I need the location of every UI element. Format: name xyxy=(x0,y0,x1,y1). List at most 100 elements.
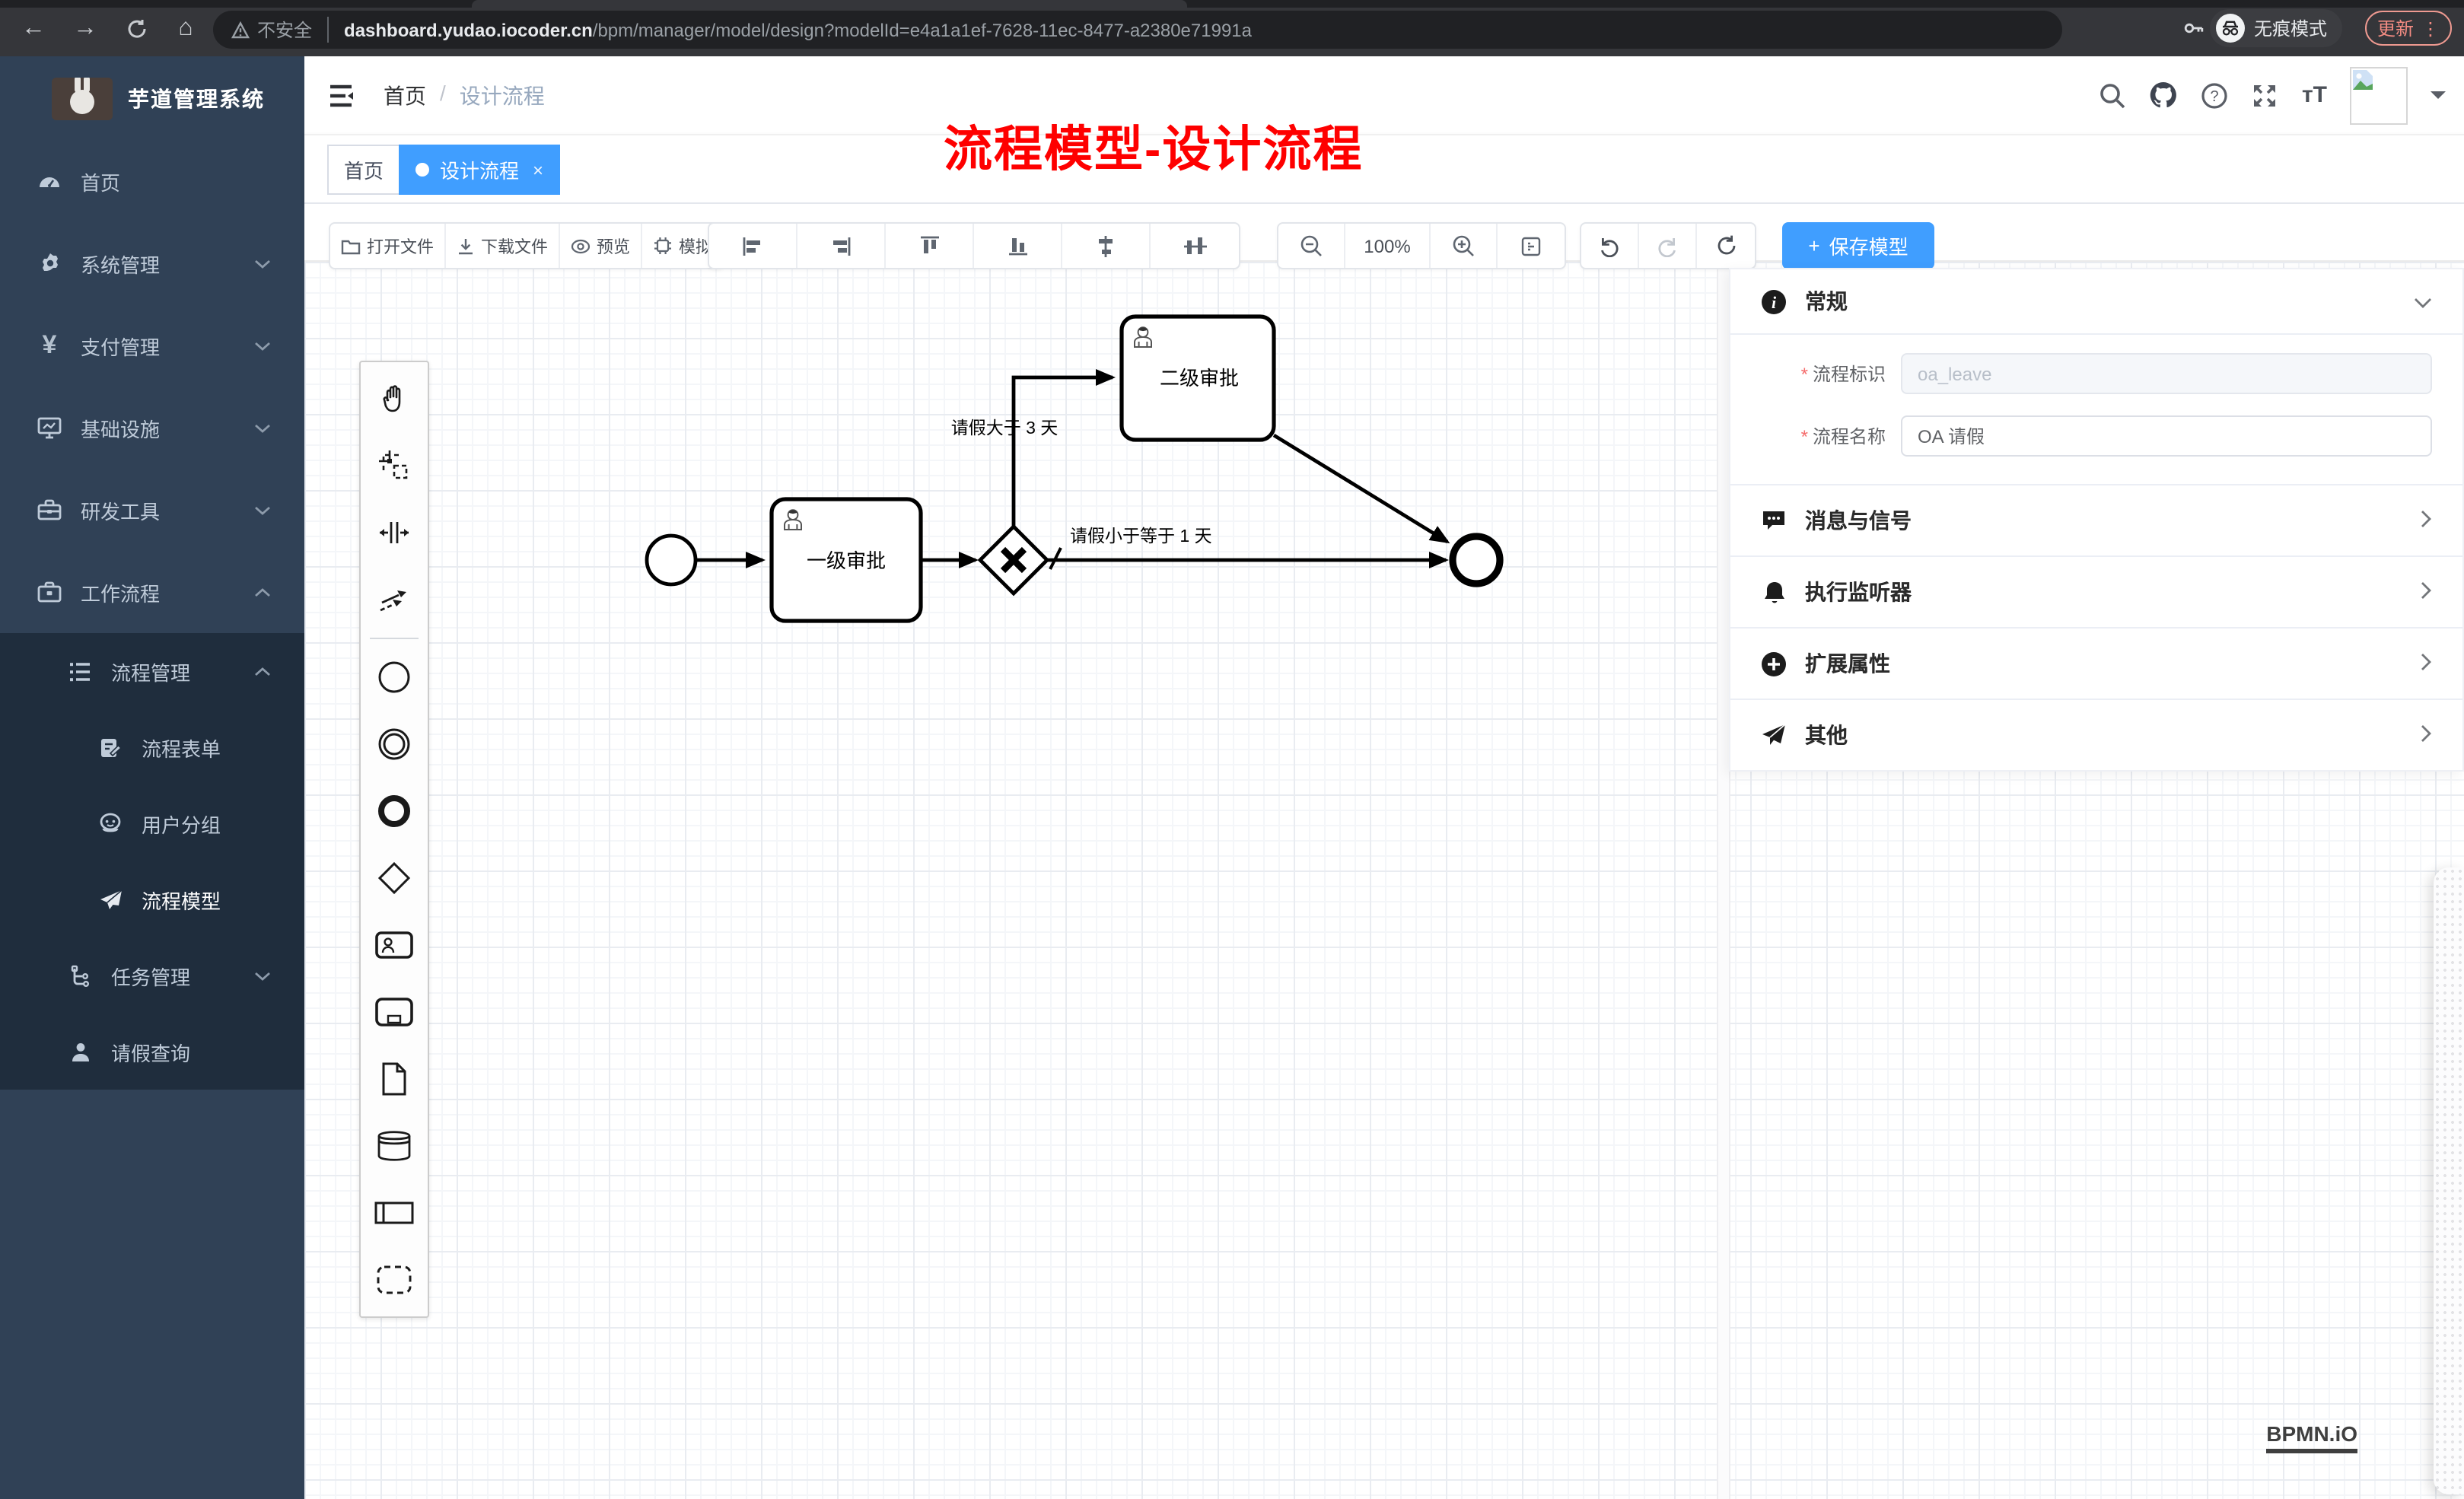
sidebar-item-payment[interactable]: ¥ 支付管理 xyxy=(0,304,304,387)
chevron-down-icon xyxy=(254,258,271,269)
create-subprocess[interactable] xyxy=(361,979,428,1045)
sidebar-item-leave-query[interactable]: 请假查询 xyxy=(0,1014,304,1090)
restart-icon[interactable] xyxy=(1697,224,1755,268)
start-event[interactable] xyxy=(647,536,696,584)
condition-label-up[interactable]: 请假大于 3 天 xyxy=(951,418,1059,438)
fit-viewport-icon[interactable] xyxy=(1498,224,1565,268)
forward-icon[interactable]: → xyxy=(64,8,107,50)
browser-tab[interactable] xyxy=(472,0,1187,8)
create-gateway[interactable] xyxy=(361,845,428,912)
panel-section-extensions[interactable]: 扩展属性 xyxy=(1730,627,2462,699)
sidebar-item-system[interactable]: 系统管理 xyxy=(0,222,304,304)
user-task-level1[interactable]: 一级审批 xyxy=(772,499,921,621)
address-bar[interactable]: 不安全 dashboard.yudao.iocoder.cn/bpm/manag… xyxy=(213,11,2062,49)
sidebar-item-task-mgmt[interactable]: 任务管理 xyxy=(0,937,304,1014)
save-model-button[interactable]: + 保存模型 xyxy=(1782,222,1934,269)
sidebar-item-process-form[interactable]: 流程表单 xyxy=(0,709,304,785)
align-right-icon[interactable] xyxy=(797,224,886,268)
create-data-object[interactable] xyxy=(361,1045,428,1112)
create-user-task[interactable] xyxy=(361,912,428,979)
caret-down-icon[interactable] xyxy=(2431,91,2446,107)
undo-icon[interactable] xyxy=(1581,224,1639,268)
search-icon[interactable] xyxy=(2099,81,2127,109)
reload-icon[interactable] xyxy=(116,8,158,50)
sequence-flow[interactable] xyxy=(1274,435,1447,542)
align-top-icon[interactable] xyxy=(886,224,974,268)
user-task-level2[interactable]: 二级审批 xyxy=(1122,317,1274,440)
condition-label-down[interactable]: 请假小于等于 1 天 xyxy=(1070,526,1212,546)
back-icon[interactable]: ← xyxy=(12,8,55,50)
sidebar-item-home[interactable]: 首页 xyxy=(0,140,304,222)
eye-icon xyxy=(571,237,591,255)
panel-resize-column[interactable] xyxy=(2434,867,2464,1494)
align-middle-icon[interactable] xyxy=(1062,224,1151,268)
create-group[interactable] xyxy=(361,1246,428,1313)
zoom-in-icon[interactable] xyxy=(1431,224,1498,268)
exclusive-gateway[interactable] xyxy=(980,527,1047,594)
security-chip[interactable]: 不安全 xyxy=(231,17,329,43)
breadcrumb-home[interactable]: 首页 xyxy=(384,81,426,111)
main-area: 首页 / 设计流程 ? ᴛT 首页 设计流程 × xyxy=(304,56,2464,1499)
sidebar-item-devtools[interactable]: 研发工具 xyxy=(0,469,304,551)
lasso-tool[interactable] xyxy=(361,432,428,499)
create-intermediate-event[interactable] xyxy=(361,711,428,778)
zoom-level[interactable]: 100% xyxy=(1345,224,1431,268)
sidebar-item-user-group[interactable]: 用户分组 xyxy=(0,785,304,861)
home-icon[interactable]: ⌂ xyxy=(164,8,207,50)
chevron-down-icon xyxy=(2414,289,2432,313)
align-center-icon[interactable] xyxy=(1151,224,1239,268)
font-size-icon[interactable]: ᴛT xyxy=(2302,82,2327,108)
list-tree-icon xyxy=(67,658,93,684)
url-host: dashboard.yudao.iocoder.cn xyxy=(344,19,593,40)
avatar[interactable] xyxy=(2350,66,2408,124)
process-name-input[interactable] xyxy=(1901,415,2432,457)
key-icon[interactable] xyxy=(2182,8,2205,47)
incognito-label: 无痕模式 xyxy=(2254,15,2327,41)
github-icon[interactable] xyxy=(2150,81,2179,110)
space-tool[interactable] xyxy=(361,499,428,566)
align-bottom-icon[interactable] xyxy=(974,224,1062,268)
bpmn-diagram[interactable]: 一级审批 请假小于等于 1 天 请假大于 3 天 xyxy=(304,204,1726,1443)
panel-section-listeners[interactable]: 执行监听器 xyxy=(1730,555,2462,627)
help-icon[interactable]: ? xyxy=(2201,81,2229,109)
tag-home[interactable]: 首页 xyxy=(327,145,400,195)
form-edit-icon xyxy=(97,734,123,760)
save-model-label: 保存模型 xyxy=(1829,231,1908,260)
sequence-flow-gt3[interactable] xyxy=(1014,377,1113,527)
update-button[interactable]: 更新 ⋮ xyxy=(2365,11,2452,46)
close-icon[interactable]: × xyxy=(533,159,543,180)
sidebar-logo[interactable]: 芋道管理系统 xyxy=(0,56,304,140)
sidebar-item-process-model[interactable]: 流程模型 xyxy=(0,861,304,937)
properties-panel: i 常规 *流程标识 *流程名称 消息与信号 xyxy=(1729,268,2464,772)
sidebar-item-process-mgmt[interactable]: 流程管理 xyxy=(0,633,304,709)
create-start-event[interactable] xyxy=(361,644,428,711)
sidebar-item-workflow[interactable]: 工作流程 xyxy=(0,551,304,633)
panel-section-messages[interactable]: 消息与信号 xyxy=(1730,484,2462,555)
zoom-out-icon[interactable] xyxy=(1278,224,1345,268)
download-file-button[interactable]: 下载文件 xyxy=(446,224,560,268)
preview-button[interactable]: 预览 xyxy=(560,224,642,268)
fullscreen-icon[interactable] xyxy=(2252,81,2279,109)
create-participant[interactable] xyxy=(361,1179,428,1246)
open-file-button[interactable]: 打开文件 xyxy=(330,224,446,268)
url-path: /bpm/manager/model/design?modelId=e4a1a1… xyxy=(593,19,1252,40)
create-end-event[interactable] xyxy=(361,778,428,845)
panel-section-other[interactable]: 其他 xyxy=(1730,699,2462,770)
panel-section-general[interactable]: i 常规 xyxy=(1730,269,2462,333)
align-left-icon[interactable] xyxy=(709,224,797,268)
process-key-input[interactable] xyxy=(1901,353,2432,394)
collapse-menu-icon[interactable] xyxy=(326,78,362,114)
hand-tool[interactable] xyxy=(361,365,428,432)
sidebar-item-infra[interactable]: 基础设施 xyxy=(0,387,304,469)
task-tree-icon xyxy=(67,963,93,988)
required-mark: * xyxy=(1801,426,1808,447)
kebab-menu-icon[interactable]: ⋮ xyxy=(2421,18,2440,39)
warning-icon xyxy=(231,21,250,39)
create-data-store[interactable] xyxy=(361,1112,428,1179)
redo-icon[interactable] xyxy=(1639,224,1697,268)
chevron-right-icon xyxy=(2420,508,2432,533)
tag-design-process[interactable]: 设计流程 × xyxy=(399,145,560,195)
bpmn-io-watermark[interactable]: BPMN.iO xyxy=(2266,1421,2357,1453)
end-event[interactable] xyxy=(1453,536,1500,584)
global-connect-tool[interactable] xyxy=(361,566,428,633)
